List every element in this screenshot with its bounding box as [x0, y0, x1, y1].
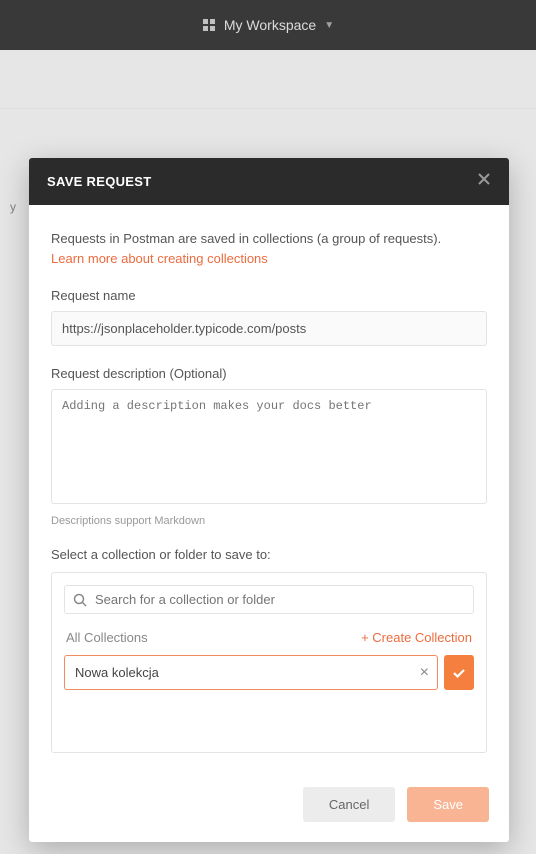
- search-icon: [73, 593, 87, 607]
- check-icon: [451, 665, 467, 681]
- create-collection-button[interactable]: + Create Collection: [361, 630, 472, 645]
- collection-search-input[interactable]: [95, 592, 465, 607]
- learn-more-link[interactable]: Learn more about creating collections: [51, 251, 268, 266]
- cancel-button[interactable]: Cancel: [303, 787, 395, 822]
- markdown-hint: Descriptions support Markdown: [51, 515, 487, 527]
- modal-footer: Cancel Save: [29, 771, 509, 842]
- collection-list-spacer: [52, 702, 486, 752]
- description-label: Request description (Optional): [51, 366, 487, 381]
- request-name-input[interactable]: [51, 311, 487, 346]
- intro-line: Requests in Postman are saved in collect…: [51, 231, 441, 246]
- new-collection-name-input[interactable]: [73, 656, 420, 689]
- collection-picker: All Collections + Create Collection ×: [51, 572, 487, 753]
- request-name-label: Request name: [51, 288, 487, 303]
- modal-body: Requests in Postman are saved in collect…: [29, 205, 509, 771]
- confirm-collection-button[interactable]: [444, 655, 474, 690]
- description-textarea[interactable]: [51, 389, 487, 504]
- save-request-modal: SAVE REQUEST Requests in Postman are sav…: [29, 158, 509, 842]
- collection-list-header: All Collections + Create Collection: [52, 626, 486, 655]
- modal-header: SAVE REQUEST: [29, 158, 509, 205]
- select-collection-label: Select a collection or folder to save to…: [51, 547, 487, 562]
- new-collection-input-wrap: ×: [64, 655, 438, 690]
- modal-title: SAVE REQUEST: [47, 174, 152, 189]
- new-collection-row: ×: [52, 655, 486, 702]
- collection-search-row: [64, 585, 474, 614]
- save-button[interactable]: Save: [407, 787, 489, 822]
- clear-icon[interactable]: ×: [420, 664, 429, 682]
- intro-text: Requests in Postman are saved in collect…: [51, 229, 487, 268]
- all-collections-label: All Collections: [66, 630, 148, 645]
- close-icon[interactable]: [477, 172, 491, 191]
